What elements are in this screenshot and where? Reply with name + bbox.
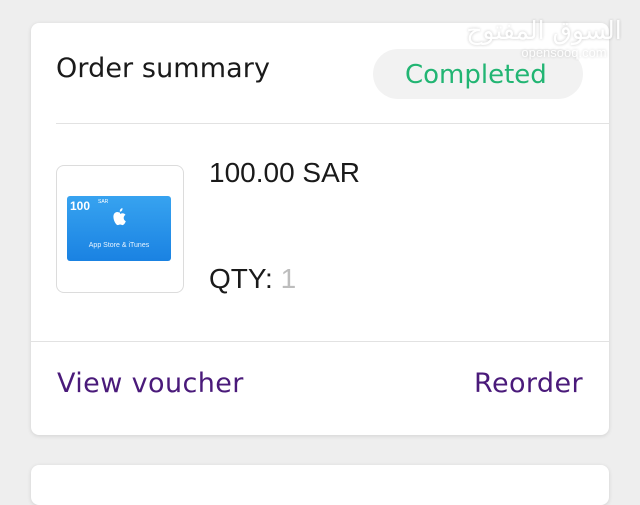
divider [31,341,609,342]
reorder-button[interactable]: Reorder [474,368,583,399]
item-price: 100.00 SAR [209,157,360,188]
gift-card-currency: SAR [98,199,109,205]
apple-logo-icon [113,208,126,226]
order-summary-card: Order summary Completed 100 SAR App Stor… [31,23,609,435]
next-card [31,465,609,505]
watermark-arabic: السوق المفتوح [466,16,622,45]
opensooq-watermark: السوق المفتوح opensooq.com [466,16,622,60]
gift-card-amount: 100 [70,199,91,213]
qty-label: QTY: [209,263,273,294]
watermark-latin: opensooq.com [521,45,607,60]
product-thumbnail[interactable]: 100 SAR App Store & iTunes [56,165,184,293]
order-summary-title: Order summary [56,53,271,84]
gift-card-image: 100 SAR App Store & iTunes [67,196,171,261]
item-quantity: QTY: 1 [209,263,296,295]
view-voucher-button[interactable]: View voucher [57,368,244,399]
divider [56,123,609,124]
qty-value: 1 [280,263,297,294]
gift-card-caption: App Store & iTunes [88,242,150,249]
